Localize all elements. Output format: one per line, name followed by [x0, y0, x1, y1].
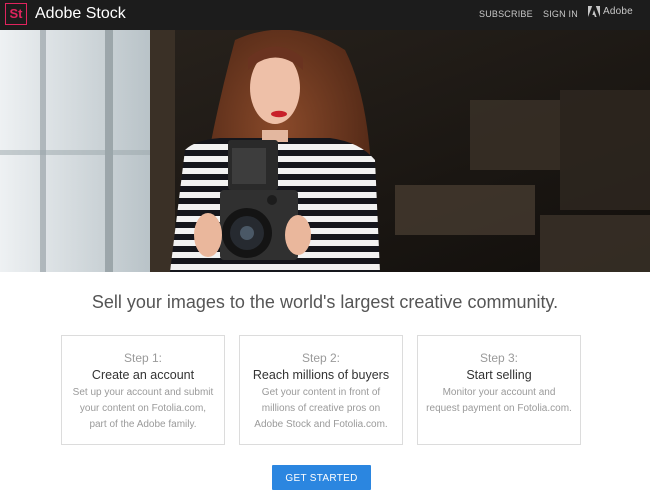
- hero-image: [0, 30, 650, 272]
- adobe-logo-icon: [588, 6, 600, 17]
- step-number: Step 1:: [123, 351, 163, 365]
- step-number: Step 2:: [301, 351, 341, 365]
- step-title: Reach millions of buyers: [252, 368, 390, 382]
- step-description: Get your content in front of millions of…: [254, 387, 388, 430]
- adobe-stock-logo[interactable]: St: [5, 3, 27, 25]
- hero-photo-illustration: [0, 30, 650, 272]
- sign-in-link[interactable]: SIGN IN: [543, 8, 578, 20]
- adobe-link-label: Adobe: [603, 6, 633, 17]
- step-description: Monitor your account and request payment…: [426, 387, 572, 414]
- step-card-2: Step 2: Reach millions of buyers Get you…: [239, 335, 403, 445]
- step-number: Step 3:: [479, 351, 519, 365]
- get-started-button[interactable]: GET STARTED: [272, 465, 371, 490]
- adobe-link[interactable]: Adobe: [588, 6, 633, 18]
- brand-name[interactable]: Adobe Stock: [35, 4, 126, 24]
- step-description: Set up your account and submit your cont…: [72, 387, 214, 430]
- top-navigation-bar: St Adobe Stock SUBSCRIBE SIGN IN Adobe: [0, 0, 650, 30]
- subscribe-link[interactable]: SUBSCRIBE: [479, 8, 533, 20]
- step-title: Start selling: [466, 368, 532, 382]
- step-card-3: Step 3: Start selling Monitor your accou…: [417, 335, 581, 445]
- step-title: Create an account: [91, 368, 195, 382]
- page-headline: Sell your images to the world's largest …: [91, 292, 559, 312]
- step-card-1: Step 1: Create an account Set up your ac…: [61, 335, 225, 445]
